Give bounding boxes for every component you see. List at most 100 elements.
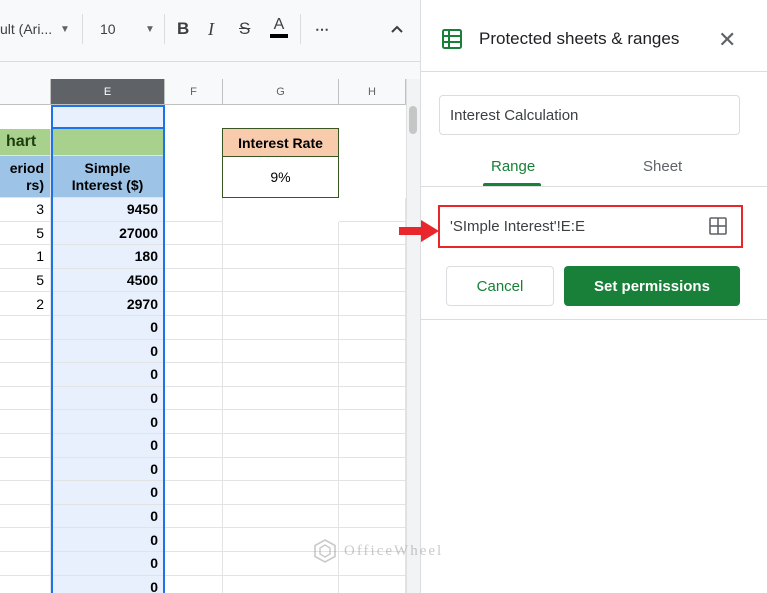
cell-f[interactable] bbox=[165, 528, 223, 552]
strikethrough-button[interactable]: S bbox=[239, 17, 250, 41]
cell-f[interactable] bbox=[165, 363, 223, 387]
column-header-g[interactable]: G bbox=[223, 79, 339, 105]
cell-f[interactable] bbox=[165, 198, 223, 222]
cell-g[interactable] bbox=[223, 386, 339, 411]
cell-h[interactable] bbox=[339, 504, 406, 529]
period-cell[interactable] bbox=[0, 316, 51, 340]
cell-g[interactable] bbox=[223, 504, 339, 529]
cell-f[interactable] bbox=[165, 504, 223, 529]
period-cell[interactable] bbox=[0, 434, 51, 458]
period-cell[interactable] bbox=[0, 504, 51, 529]
simple-interest-cell[interactable]: 0 bbox=[51, 434, 165, 458]
cell-g[interactable] bbox=[223, 363, 339, 387]
cell-f[interactable] bbox=[165, 292, 223, 316]
column-header-d[interactable] bbox=[0, 79, 51, 105]
period-cell[interactable] bbox=[0, 457, 51, 482]
cell-h[interactable] bbox=[339, 410, 406, 434]
cell-f[interactable] bbox=[165, 481, 223, 505]
simple-interest-cell[interactable]: 0 bbox=[51, 528, 165, 552]
cell-f[interactable] bbox=[165, 575, 223, 593]
simple-interest-cell[interactable]: 9450 bbox=[51, 198, 165, 222]
simple-interest-cell[interactable]: 0 bbox=[51, 386, 165, 411]
period-cell[interactable]: 2 bbox=[0, 292, 51, 316]
cell-h[interactable] bbox=[339, 386, 406, 411]
interest-rate-label[interactable]: Interest Rate bbox=[222, 128, 339, 157]
cell-h[interactable] bbox=[339, 575, 406, 593]
period-cell[interactable] bbox=[0, 552, 51, 576]
cell-f[interactable] bbox=[165, 316, 223, 340]
cell-g[interactable] bbox=[223, 221, 339, 246]
simple-interest-cell[interactable]: 0 bbox=[51, 481, 165, 505]
simple-interest-cell[interactable]: 0 bbox=[51, 457, 165, 482]
period-cell[interactable] bbox=[0, 339, 51, 364]
range-input[interactable] bbox=[440, 207, 741, 246]
cell-g[interactable] bbox=[223, 434, 339, 458]
cell-h[interactable] bbox=[339, 316, 406, 340]
column-header-h[interactable]: H bbox=[339, 79, 406, 105]
cell-g[interactable] bbox=[223, 316, 339, 340]
cell-h[interactable] bbox=[339, 457, 406, 482]
more-options-button[interactable]: ⋯ bbox=[315, 17, 330, 41]
period-cell[interactable] bbox=[0, 481, 51, 505]
cell-g[interactable] bbox=[223, 457, 339, 482]
simple-interest-cell[interactable]: 0 bbox=[51, 504, 165, 529]
cell-g[interactable] bbox=[223, 292, 339, 316]
cell-g[interactable] bbox=[223, 575, 339, 593]
cell-f[interactable] bbox=[165, 410, 223, 434]
collapse-toolbar-icon[interactable] bbox=[390, 17, 404, 41]
simple-interest-cell[interactable]: 0 bbox=[51, 363, 165, 387]
cell-f[interactable] bbox=[165, 386, 223, 411]
italic-button[interactable]: I bbox=[208, 17, 214, 41]
cell-h[interactable] bbox=[339, 481, 406, 505]
cell-f[interactable] bbox=[165, 221, 223, 246]
cell-f[interactable] bbox=[165, 245, 223, 269]
cell-g[interactable] bbox=[223, 410, 339, 434]
simple-interest-header[interactable]: Simple Interest ($) bbox=[51, 156, 165, 198]
simple-interest-cell[interactable]: 4500 bbox=[51, 268, 165, 293]
cell-h[interactable] bbox=[339, 292, 406, 316]
table-title-cell[interactable]: hart bbox=[0, 129, 51, 156]
font-family-caret-icon[interactable]: ▼ bbox=[60, 17, 70, 41]
cell-f[interactable] bbox=[165, 434, 223, 458]
period-cell[interactable]: 5 bbox=[0, 268, 51, 293]
cell-h[interactable] bbox=[339, 245, 406, 269]
simple-interest-cell[interactable]: 0 bbox=[51, 316, 165, 340]
cell-g[interactable] bbox=[223, 245, 339, 269]
cell-g[interactable] bbox=[223, 268, 339, 293]
cell-h[interactable] bbox=[339, 221, 406, 246]
column-header-f[interactable]: F bbox=[165, 79, 223, 105]
cell-h[interactable] bbox=[339, 339, 406, 364]
text-color-button[interactable]: A bbox=[270, 17, 288, 41]
set-permissions-button[interactable]: Set permissions bbox=[564, 266, 740, 306]
period-cell[interactable] bbox=[0, 575, 51, 593]
simple-interest-cell[interactable]: 180 bbox=[51, 245, 165, 269]
simple-interest-cell[interactable]: 0 bbox=[51, 575, 165, 593]
period-cell[interactable] bbox=[0, 528, 51, 552]
period-cell[interactable]: 5 bbox=[0, 221, 51, 246]
font-size-caret-icon[interactable]: ▼ bbox=[145, 17, 155, 41]
period-cell[interactable]: 3 bbox=[0, 198, 51, 222]
simple-interest-cell[interactable]: 0 bbox=[51, 339, 165, 364]
spreadsheet-grid[interactable]: E F G H hart eriod rs) Simple Interest (… bbox=[0, 62, 420, 593]
tab-sheet[interactable]: Sheet bbox=[643, 158, 682, 186]
simple-interest-cell[interactable]: 2970 bbox=[51, 292, 165, 316]
table-title-cell-e[interactable] bbox=[51, 129, 165, 156]
scrollbar-thumb[interactable] bbox=[409, 106, 417, 134]
bold-button[interactable]: B bbox=[177, 17, 189, 41]
cancel-button[interactable]: Cancel bbox=[446, 266, 554, 306]
simple-interest-cell[interactable]: 0 bbox=[51, 552, 165, 576]
cell-h[interactable] bbox=[339, 268, 406, 293]
interest-rate-value[interactable]: 9% bbox=[222, 157, 339, 198]
cell-f[interactable] bbox=[165, 268, 223, 293]
font-size-select[interactable]: 10 bbox=[100, 17, 116, 41]
simple-interest-cell[interactable]: 27000 bbox=[51, 221, 165, 246]
period-header[interactable]: eriod rs) bbox=[0, 156, 51, 198]
select-range-grid-icon[interactable] bbox=[709, 217, 727, 235]
column-header-e[interactable]: E bbox=[51, 79, 165, 105]
cell-g[interactable] bbox=[223, 339, 339, 364]
period-cell[interactable] bbox=[0, 386, 51, 411]
cell-e1[interactable] bbox=[51, 105, 165, 129]
cell-f[interactable] bbox=[165, 339, 223, 364]
vertical-scrollbar[interactable] bbox=[406, 79, 420, 593]
cell-g[interactable] bbox=[223, 481, 339, 505]
